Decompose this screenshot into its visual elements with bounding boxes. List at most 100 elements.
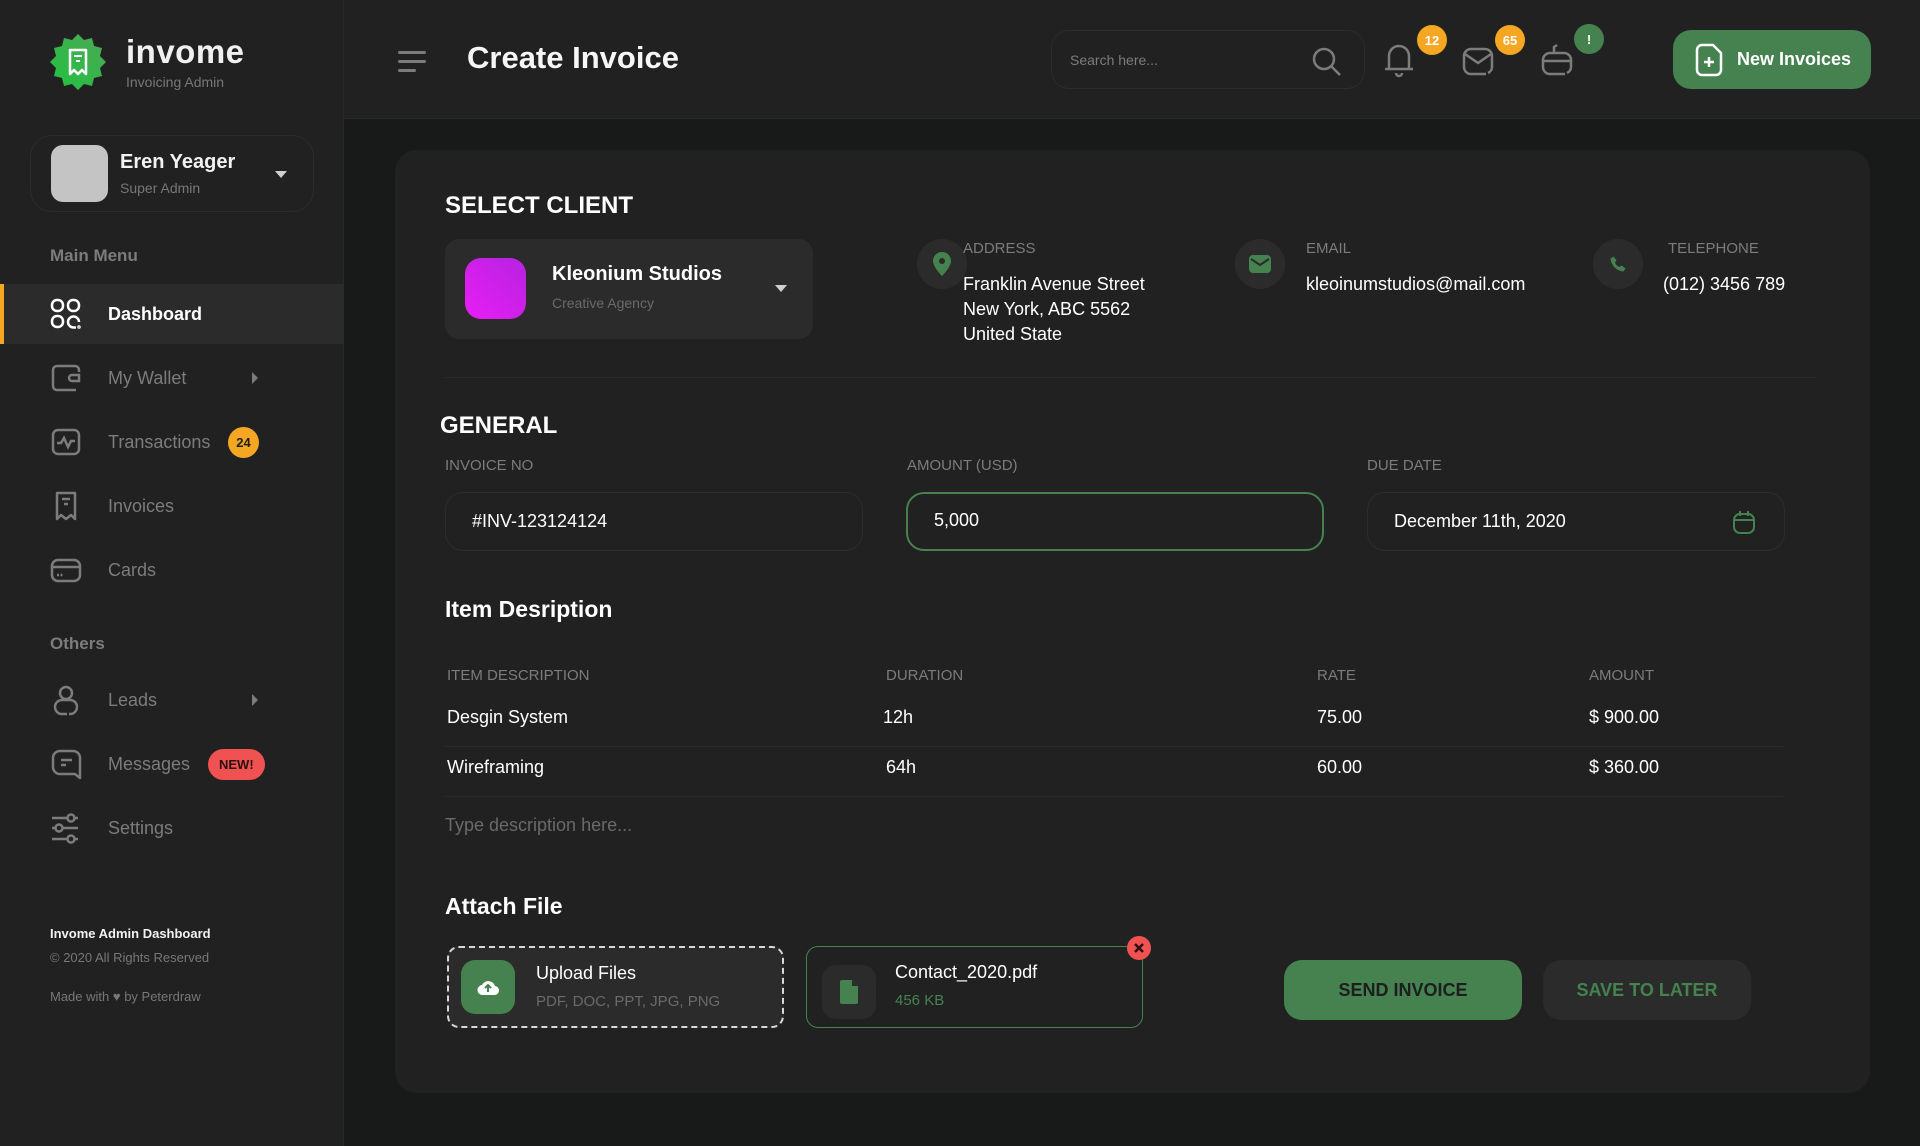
sidebar-item-label: Leads [108, 689, 158, 710]
envelope-icon [1235, 239, 1285, 289]
chevron-right-icon [252, 694, 258, 706]
sidebar-item-invoices[interactable]: Invoices [0, 476, 343, 536]
top-header: Create Invoice 12 65 ! New Invoices [344, 0, 1920, 119]
brand-logo[interactable]: invome Invoicing Admin [48, 32, 245, 92]
address-line: United State [963, 324, 1063, 344]
column-header: DURATION [886, 667, 964, 684]
page-title: Create Invoice [467, 40, 679, 75]
item-amount: $ 900.00 [1589, 707, 1660, 727]
sidebar-item-settings[interactable]: Settings [0, 798, 343, 858]
footer-credit: Made with ♥ by Peterdraw [50, 989, 201, 1004]
create-invoice-form: SELECT CLIENT Kleonium Studios Creative … [395, 150, 1870, 1093]
search-box [1051, 30, 1365, 89]
address-value: Franklin Avenue Street New York, ABC 556… [963, 272, 1145, 347]
column-header: AMOUNT [1589, 667, 1654, 684]
item-duration: 12h [883, 707, 914, 727]
sidebar: invome Invoicing Admin Eren Yeager Super… [0, 0, 344, 1146]
sidebar-item-my-wallet[interactable]: My Wallet [0, 348, 343, 408]
column-header: ITEM DESCRIPTION [447, 667, 590, 684]
profile-switcher[interactable]: Eren Yeager Super Admin [30, 135, 314, 212]
basket-icon[interactable] [1540, 42, 1574, 78]
amount-field [906, 492, 1324, 551]
item-duration: 64h [886, 757, 917, 777]
menu-toggle-icon[interactable] [398, 51, 426, 78]
messages-new-badge: NEW! [208, 748, 265, 780]
messages-count-badge: 65 [1495, 25, 1525, 55]
sidebar-item-label: Cards [108, 559, 157, 580]
chat-icon [51, 749, 82, 780]
due-date-label: DUE DATE [1367, 457, 1442, 474]
remove-file-button[interactable] [1127, 936, 1151, 960]
invoice-no-label: INVOICE NO [445, 457, 534, 474]
due-date-field [1367, 492, 1785, 551]
attached-file[interactable]: Contact_2020.pdf 456 KB [806, 946, 1143, 1028]
brand-subtitle: Invoicing Admin [126, 73, 225, 90]
divider [445, 377, 1817, 378]
section-title-attach: Attach File [445, 893, 563, 919]
sidebar-item-cards[interactable]: Cards [0, 540, 343, 600]
search-icon[interactable] [1312, 47, 1342, 77]
phone-icon [1593, 239, 1643, 289]
row-divider [445, 796, 1783, 797]
invoice-no-input[interactable] [472, 493, 812, 549]
sidebar-item-transactions[interactable]: Transactions 24 [0, 412, 343, 472]
column-header: RATE [1317, 667, 1356, 684]
cloud-upload-icon [461, 960, 515, 1014]
dashboard-grid-icon [50, 298, 81, 329]
menu-heading-others: Others [50, 634, 105, 653]
credit-card-icon [50, 558, 82, 583]
sidebar-item-label: Invoices [108, 495, 175, 516]
section-title-general: GENERAL [440, 412, 558, 439]
telephone-label: TELEPHONE [1668, 240, 1759, 257]
location-pin-icon [917, 239, 967, 289]
amount-label: AMOUNT (USD) [907, 457, 1018, 474]
cart-alert-badge: ! [1574, 24, 1604, 54]
calendar-icon[interactable] [1732, 509, 1756, 535]
profile-role: Super Admin [120, 180, 201, 196]
address-label: ADDRESS [963, 240, 1036, 257]
sliders-icon [52, 813, 78, 844]
client-name: Kleonium Studios [552, 263, 722, 285]
file-size: 456 KB [895, 992, 945, 1009]
footer-copyright: © 2020 All Rights Reserved [50, 950, 210, 965]
send-invoice-button[interactable]: SEND INVOICE [1284, 960, 1522, 1020]
email-label: EMAIL [1306, 240, 1352, 257]
document-icon [822, 965, 876, 1019]
footer-title: Invome Admin Dashboard [50, 926, 211, 941]
search-input[interactable] [1070, 31, 1300, 88]
sidebar-item-label: My Wallet [108, 367, 187, 388]
client-select[interactable]: Kleonium Studios Creative Agency [445, 239, 813, 339]
receipt-icon [55, 491, 77, 521]
item-description-input[interactable] [445, 810, 1045, 840]
chevron-down-icon[interactable] [275, 171, 287, 178]
client-logo [465, 258, 526, 319]
telephone-value: (012) 3456 789 [1663, 274, 1786, 294]
mail-icon[interactable] [1461, 42, 1495, 78]
wallet-icon [51, 364, 81, 392]
sidebar-item-label: Settings [108, 817, 174, 838]
invoice-no-field [445, 492, 863, 551]
item-description: Desgin System [447, 707, 569, 727]
receipt-badge-icon [50, 34, 106, 90]
bell-icon[interactable] [1382, 42, 1416, 78]
amount-input[interactable] [934, 494, 1274, 546]
upload-files-dropzone[interactable]: Upload Files PDF, DOC, PPT, JPG, PNG [447, 946, 784, 1028]
sidebar-item-dashboard[interactable]: Dashboard [0, 284, 343, 344]
new-invoice-button[interactable]: New Invoices [1673, 30, 1871, 89]
sidebar-item-messages[interactable]: Messages NEW! [0, 734, 343, 794]
item-rate: 75.00 [1317, 707, 1363, 727]
address-line: Franklin Avenue Street [963, 274, 1145, 294]
save-later-button[interactable]: SAVE TO LATER [1543, 960, 1751, 1020]
notifications-count-badge: 12 [1417, 25, 1447, 55]
due-date-input[interactable] [1394, 493, 1734, 549]
client-type: Creative Agency [552, 295, 654, 311]
upload-title: Upload Files [536, 963, 637, 983]
avatar [51, 145, 108, 202]
transactions-count-badge: 24 [228, 426, 259, 458]
item-description: Wireframing [447, 757, 545, 777]
sidebar-item-leads[interactable]: Leads [0, 670, 343, 730]
upload-formats: PDF, DOC, PPT, JPG, PNG [536, 993, 721, 1010]
brand-name: invome [126, 32, 245, 70]
new-invoice-label: New Invoices [1737, 49, 1852, 69]
sidebar-item-label: Transactions [108, 431, 211, 452]
